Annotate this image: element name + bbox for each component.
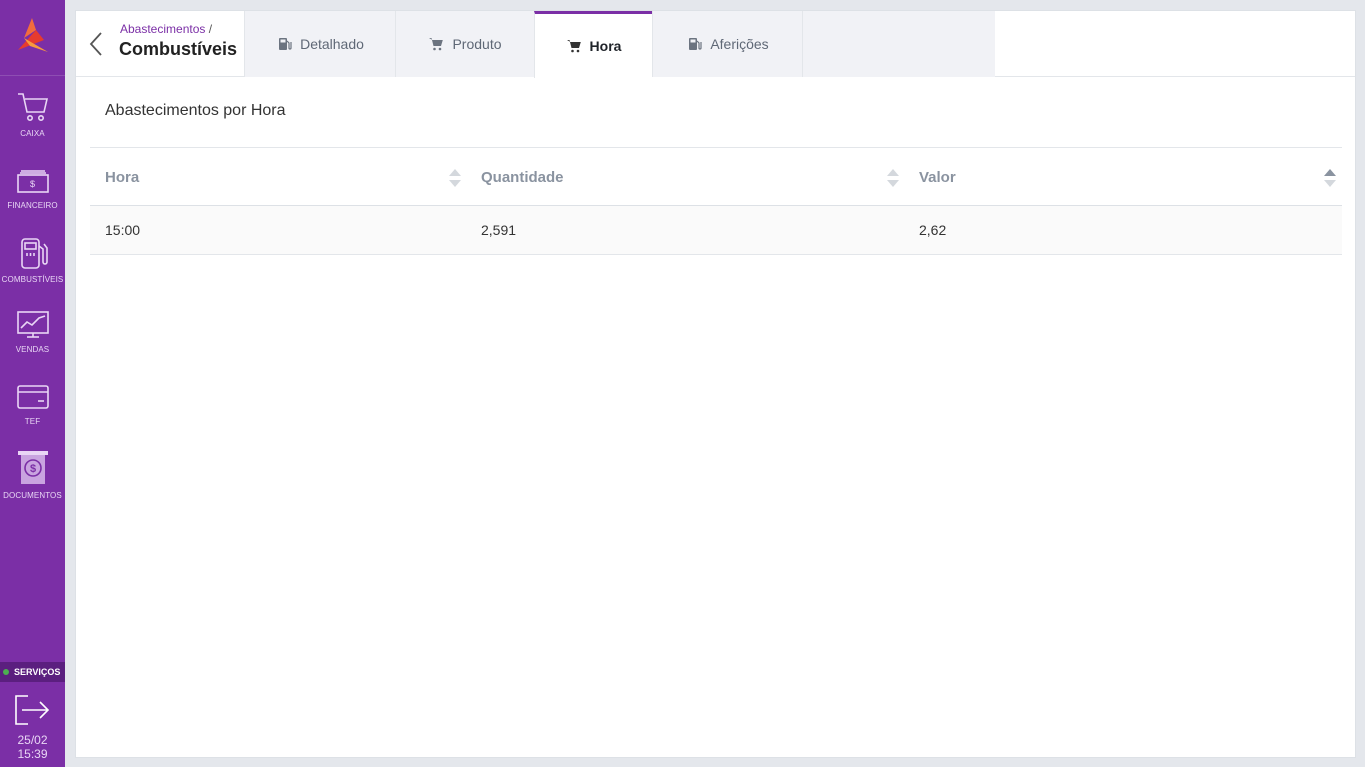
page-title: Combustíveis (119, 39, 238, 59)
sidebar-item-financeiro[interactable]: $ FINANCEIRO (0, 166, 65, 210)
fuel-pump-icon (279, 38, 292, 50)
tab-label: Aferições (710, 36, 769, 52)
data-table: Hora Quantidade Valor 15:00 2,591 2,62 (90, 147, 1342, 255)
cart-icon (429, 38, 444, 51)
column-header-valor[interactable]: Valor (919, 148, 956, 206)
cart-icon (17, 93, 48, 121)
time-text: 15:39 (17, 747, 48, 761)
tab-produto[interactable]: Produto (395, 11, 534, 77)
table-row[interactable]: 15:00 2,591 2,62 (90, 206, 1342, 255)
servicos-status[interactable]: SERVIÇOS (0, 662, 65, 682)
date-text: 25/02 (17, 733, 48, 747)
status-dot (3, 669, 9, 675)
logo-divider (0, 75, 65, 76)
column-header-hora[interactable]: Hora (105, 148, 139, 206)
breadcrumb-parent-link[interactable]: Abastecimentos (120, 22, 205, 36)
tab-label: Produto (452, 36, 502, 52)
fuel-pump-icon (20, 238, 48, 269)
svg-text:$: $ (30, 179, 35, 189)
tab-hora[interactable]: Hora (534, 11, 652, 78)
sidebar-item-documentos[interactable]: $ DOCUMENTOS (0, 450, 65, 500)
column-header-quantidade[interactable]: Quantidade (481, 148, 564, 206)
tab-bar-filler (802, 11, 995, 77)
page-header: Abastecimentos / Combustíveis Detalhado … (76, 11, 1355, 78)
breadcrumb-separator: / (208, 22, 213, 36)
table-cell-valor: 2,62 (919, 222, 947, 238)
back-arrow-icon[interactable] (88, 31, 104, 57)
logout-icon[interactable] (14, 694, 50, 726)
section-title: Abastecimentos por Hora (105, 102, 286, 119)
column-header-label: Quantidade (481, 168, 564, 186)
svg-text:$: $ (30, 463, 36, 475)
money-icon: $ (16, 170, 49, 193)
sales-chart-icon (16, 311, 49, 338)
sidebar-item-label: DOCUMENTOS (3, 491, 62, 500)
servicos-label: SERVIÇOS (14, 667, 61, 677)
sort-icon[interactable] (448, 167, 462, 189)
document-icon: $ (17, 451, 48, 484)
credit-card-icon (16, 385, 49, 409)
sidebar-item-label: TEF (24, 417, 41, 426)
app-logo[interactable] (14, 16, 50, 56)
sidebar-item-label: CAIXA (20, 129, 45, 138)
tab-afericoes[interactable]: Aferições (652, 11, 802, 77)
column-header-label: Valor (919, 168, 956, 186)
table-cell-quantidade: 2,591 (481, 222, 517, 238)
sidebar-item-vendas[interactable]: VENDAS (0, 310, 65, 354)
breadcrumb[interactable]: Abastecimentos / (120, 22, 212, 36)
clock: 25/02 15:39 (0, 733, 65, 761)
table-cell-hora: 15:00 (105, 222, 141, 238)
tab-detalhado[interactable]: Detalhado (244, 11, 395, 77)
sidebar-item-label: FINANCEIRO (7, 201, 58, 210)
sidebar: CAIXA $ FINANCEIRO COMBUSTÍVEIS VENDAS T… (0, 0, 65, 767)
sidebar-item-tef[interactable]: TEF (0, 384, 65, 426)
main-panel: Abastecimentos / Combustíveis Detalhado … (75, 10, 1356, 758)
tab-label: Detalhado (300, 36, 364, 52)
sidebar-item-label: COMBUSTÍVEIS (1, 275, 64, 284)
sort-icon[interactable] (1323, 167, 1337, 189)
sidebar-item-label: VENDAS (15, 345, 50, 354)
fuel-pump-icon (689, 38, 702, 50)
sidebar-item-combustiveis[interactable]: COMBUSTÍVEIS (0, 236, 65, 284)
table-header: Hora Quantidade Valor (90, 147, 1342, 206)
column-header-label: Hora (105, 168, 140, 186)
tab-label: Hora (589, 38, 622, 54)
cart-icon (566, 40, 581, 53)
sidebar-item-caixa[interactable]: CAIXA (0, 90, 65, 138)
sort-icon[interactable] (886, 167, 900, 189)
